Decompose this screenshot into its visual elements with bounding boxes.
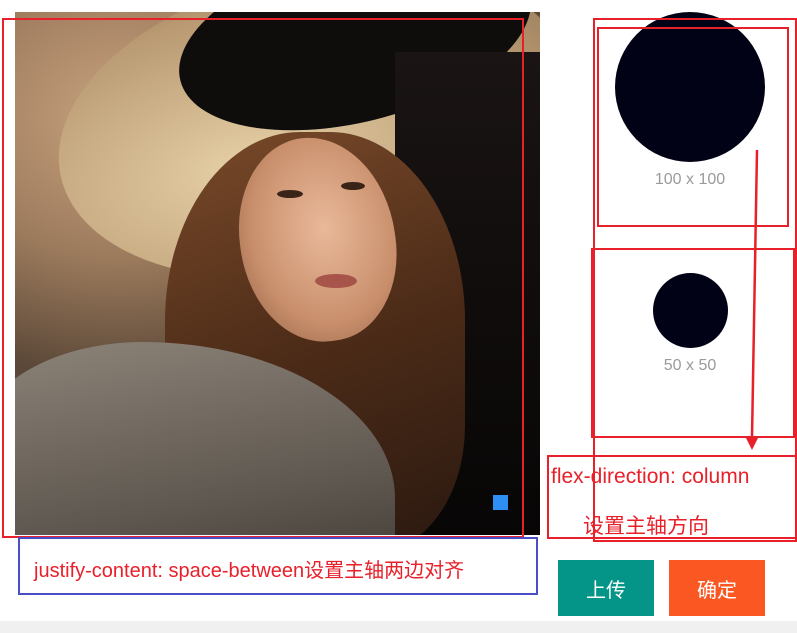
annotation-box-photo (2, 18, 524, 538)
cropper-page: 100 x 100 50 x 50 justify-content: space… (0, 0, 797, 633)
bottom-gray-strip (0, 621, 797, 633)
annotation-justify-content-text: justify-content: space-between设置主轴两边对齐 (34, 560, 465, 582)
annotation-box-small-preview (591, 248, 795, 438)
annotation-flex-direction-cn-text: 设置主轴方向 (583, 515, 709, 538)
upload-button[interactable]: 上传 (558, 560, 654, 616)
confirm-button[interactable]: 确定 (669, 560, 765, 616)
annotation-flex-direction-text: flex-direction: column (551, 465, 750, 488)
annotation-box-large-preview (597, 27, 789, 227)
